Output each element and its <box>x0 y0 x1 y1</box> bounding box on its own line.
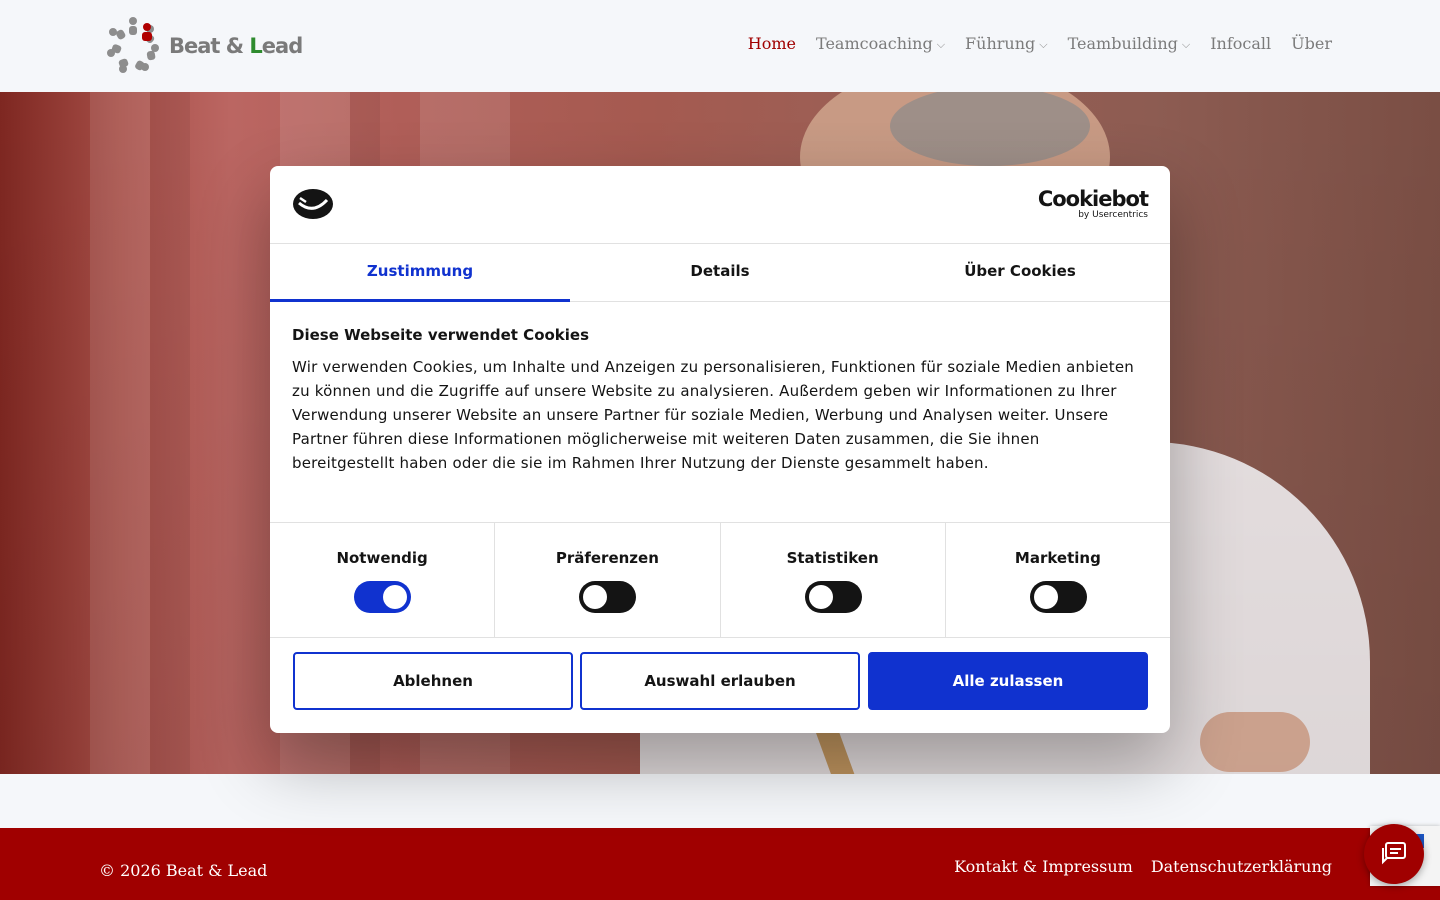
tab-ueber-cookies[interactable]: Über Cookies <box>870 244 1170 301</box>
category-label: Marketing <box>1014 549 1101 567</box>
logo-wordmark: Beat & Lead <box>169 34 303 58</box>
category-label: Statistiken <box>786 549 879 567</box>
category-praeferenzen: Präferenzen <box>495 523 721 637</box>
main-nav: Home Teamcoaching ⌵ Führung ⌵ Teambuilding… <box>748 34 1332 53</box>
cookie-consent-dialog: Cookiebot by Usercentrics Zustimmung Det… <box>270 166 1170 733</box>
tab-details[interactable]: Details <box>570 244 870 301</box>
cookiebot-logo-icon[interactable]: Cookiebot by Usercentrics <box>1038 188 1149 221</box>
chevron-down-icon: ⌵ <box>1181 37 1191 51</box>
site-logo[interactable]: Beat & Lead <box>105 15 305 77</box>
chevron-down-icon: ⌵ <box>1039 37 1048 51</box>
nav-item-infocall[interactable]: Infocall <box>1210 34 1271 53</box>
site-header: Beat & Lead Home Teamcoaching ⌵ Führung ⌵ … <box>0 0 1440 92</box>
dialog-title: Diese Webseite verwendet Cookies <box>292 326 590 344</box>
nav-item-teamcoaching[interactable]: Teamcoaching ⌵ <box>816 34 945 53</box>
chat-button[interactable] <box>1364 824 1424 884</box>
allow-selection-button[interactable]: Auswahl erlauben <box>580 652 860 710</box>
toggle-statistiken[interactable] <box>804 581 862 613</box>
category-notwendig: Notwendig <box>270 523 496 637</box>
people-circle-logo-icon <box>107 17 159 73</box>
copyright-text: © 2026 Beat & Lead <box>99 861 268 880</box>
category-marketing: Marketing <box>946 523 1170 637</box>
footer-link-kontakt[interactable]: Kontakt & Impressum <box>954 857 1133 876</box>
site-brand-icon <box>293 189 333 219</box>
nav-item-home[interactable]: Home <box>748 34 796 53</box>
nav-item-fuehrung[interactable]: Führung ⌵ <box>965 34 1048 53</box>
footer-links: Kontakt & Impressum Datenschutzerklärung <box>954 857 1332 876</box>
consent-categories: Notwendig Präferenzen Statistiken Market… <box>270 522 1170 638</box>
toggle-praeferenzen[interactable] <box>579 581 637 613</box>
toggle-notwendig[interactable] <box>354 581 412 613</box>
footer-link-datenschutz[interactable]: Datenschutzerklärung <box>1151 857 1332 876</box>
category-label: Notwendig <box>336 549 428 567</box>
site-footer: © 2026 Beat & Lead Kontakt & Impressum D… <box>0 828 1440 900</box>
allow-all-button[interactable]: Alle zulassen <box>868 652 1148 710</box>
nav-item-teambuilding[interactable]: Teambuilding ⌵ <box>1068 34 1191 53</box>
dialog-description: Wir verwenden Cookies, um Inhalte und An… <box>292 358 1134 472</box>
chevron-down-icon: ⌵ <box>936 37 946 51</box>
nav-item-ueber[interactable]: Über <box>1291 34 1332 53</box>
tab-zustimmung[interactable]: Zustimmung <box>270 244 570 302</box>
category-label: Präferenzen <box>555 549 659 567</box>
dialog-tabs: Zustimmung Details Über Cookies <box>270 244 1170 302</box>
decline-button[interactable]: Ablehnen <box>293 652 573 710</box>
dialog-header: Cookiebot by Usercentrics <box>270 166 1170 244</box>
category-statistiken: Statistiken <box>721 523 946 637</box>
chat-bubble-icon <box>1382 842 1406 865</box>
toggle-marketing[interactable] <box>1029 581 1087 613</box>
